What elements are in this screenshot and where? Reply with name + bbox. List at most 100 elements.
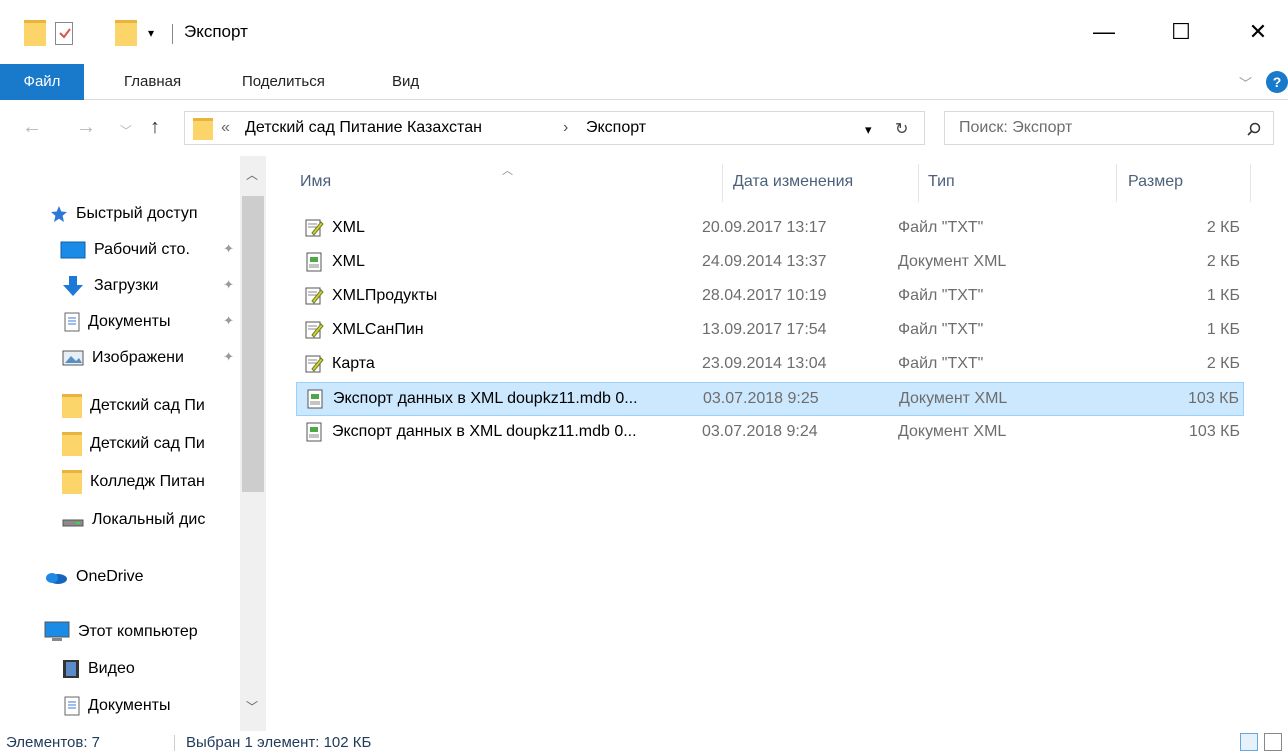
- file-row[interactable]: XMLПродукты 28.04.2017 10:19 Файл "TXT" 1 К…: [296, 280, 1244, 314]
- pictures-icon: [62, 350, 84, 366]
- nav-item-label: Изображени: [92, 349, 184, 366]
- details-view-icon[interactable]: [1240, 733, 1258, 751]
- file-row[interactable]: Карта 23.09.2014 13:04 Файл "TXT" 2 КБ: [296, 348, 1244, 382]
- txt-file-icon: [305, 355, 324, 373]
- onedrive-icon: [46, 573, 67, 584]
- xml-file-icon: [306, 422, 322, 442]
- large-icons-view-icon[interactable]: [1264, 733, 1282, 751]
- file-row[interactable]: XML 20.09.2017 13:17 Файл "TXT" 2 КБ: [296, 212, 1244, 246]
- file-name: XML: [332, 219, 365, 236]
- nav-item-pictures[interactable]: Изображени ✦: [0, 340, 240, 376]
- file-type: Файл "TXT": [898, 219, 984, 236]
- new-folder-icon[interactable]: [115, 20, 137, 46]
- file-row[interactable]: Экспорт данных в XML doupkz11.mdb 0... 03…: [296, 382, 1244, 416]
- file-name: XMLСанПин: [332, 321, 424, 338]
- column-separator[interactable]: [722, 164, 723, 202]
- back-arrow-icon[interactable]: ←: [22, 116, 42, 139]
- file-type: Файл "TXT": [898, 321, 984, 338]
- column-header-type[interactable]: Тип: [928, 156, 955, 208]
- nav-item-label: Загрузки: [94, 277, 159, 294]
- nav-item-label: Локальный дис: [92, 511, 206, 528]
- star-icon: [51, 206, 67, 222]
- help-icon[interactable]: ?: [1266, 71, 1288, 93]
- item-count: Элементов: 7: [6, 734, 101, 751]
- pin-icon[interactable]: ✦: [223, 241, 234, 257]
- column-separator[interactable]: [918, 164, 919, 202]
- properties-icon[interactable]: [55, 22, 73, 45]
- folder-icon: [62, 470, 82, 494]
- search-input[interactable]: Поиск: Экспорт: [959, 119, 1072, 137]
- nav-item-label: Видео: [88, 660, 135, 677]
- file-row[interactable]: XML 24.09.2014 13:37 Документ XML 2 КБ: [296, 246, 1244, 280]
- nav-item-folder[interactable]: Колледж Питан: [0, 464, 240, 500]
- nav-item-onedrive[interactable]: OneDrive: [0, 559, 240, 595]
- file-size: 103 КБ: [1189, 423, 1240, 440]
- breadcrumb-item[interactable]: Детский сад Питание Казахстан: [245, 119, 482, 137]
- pin-icon[interactable]: ✦: [223, 313, 234, 329]
- file-row[interactable]: Экспорт данных в XML doupkz11.mdb 0... 03…: [296, 416, 1244, 450]
- search-icon[interactable]: [1247, 122, 1261, 136]
- tab-file[interactable]: Файл: [0, 64, 84, 100]
- txt-file-icon: [305, 287, 324, 305]
- title-separator: [172, 24, 173, 44]
- breadcrumb-item[interactable]: Экспорт: [586, 119, 646, 137]
- file-date-modified: 23.09.2014 13:04: [702, 355, 827, 372]
- column-header-date[interactable]: Дата изменения: [733, 156, 853, 208]
- folder-icon: [24, 20, 46, 46]
- file-type: Документ XML: [899, 390, 1008, 407]
- file-type: Файл "TXT": [898, 355, 984, 372]
- column-separator[interactable]: [1116, 164, 1117, 202]
- column-separator[interactable]: [1250, 164, 1251, 202]
- customize-quick-access-icon[interactable]: ▾: [148, 26, 154, 40]
- forward-arrow-icon[interactable]: →: [76, 116, 96, 139]
- address-bar[interactable]: « Детский сад Питание Казахстан › Экспор…: [184, 111, 925, 145]
- txt-file-icon: [305, 219, 324, 237]
- recent-locations-icon[interactable]: ﹀: [120, 122, 132, 139]
- pin-icon[interactable]: ✦: [223, 349, 234, 365]
- status-separator: [174, 735, 175, 751]
- column-header-name[interactable]: Имя: [300, 156, 331, 208]
- nav-item-label: Документы: [88, 697, 171, 714]
- nav-item-video[interactable]: Видео: [0, 651, 240, 687]
- tab-view[interactable]: Вид: [392, 64, 419, 100]
- nav-item-label: Этот компьютер: [78, 623, 198, 640]
- nav-scrollbar[interactable]: ︿ ﹀: [240, 156, 266, 731]
- nav-item-quick-access[interactable]: Быстрый доступ: [0, 196, 240, 232]
- file-row[interactable]: XMLСанПин 13.09.2017 17:54 Файл "TXT" 1 КБ: [296, 314, 1244, 348]
- nav-item-documents[interactable]: Документы: [0, 688, 240, 724]
- maximize-button[interactable]: ☐: [1143, 0, 1219, 64]
- txt-file-icon: [305, 321, 324, 339]
- address-dropdown-icon[interactable]: ▾: [865, 122, 872, 138]
- file-date-modified: 03.07.2018 9:24: [702, 423, 818, 440]
- computer-icon: [44, 621, 70, 641]
- nav-item-documents[interactable]: Документы ✦: [0, 304, 240, 340]
- nav-item-folder[interactable]: Детский сад Пи: [0, 426, 240, 462]
- nav-item-local-disk[interactable]: Локальный дис: [0, 502, 240, 538]
- drive-icon: [62, 519, 84, 527]
- refresh-icon[interactable]: ↻: [895, 119, 908, 139]
- tab-home[interactable]: Главная: [124, 64, 181, 100]
- nav-item-downloads[interactable]: Загрузки ✦: [0, 268, 240, 304]
- nav-item-desktop[interactable]: Рабочий сто. ✦: [0, 232, 240, 268]
- column-header-size[interactable]: Размер: [1128, 156, 1183, 208]
- file-name: Экспорт данных в XML doupkz11.mdb 0...: [332, 423, 637, 440]
- nav-item-this-pc[interactable]: Этот компьютер: [0, 614, 240, 650]
- folder-icon: [193, 118, 213, 140]
- up-arrow-icon[interactable]: ↑: [150, 116, 160, 139]
- pin-icon[interactable]: ✦: [223, 277, 234, 293]
- scroll-up-icon[interactable]: ︿: [246, 166, 258, 183]
- nav-item-folder[interactable]: Детский сад Пи: [0, 388, 240, 424]
- scroll-down-icon[interactable]: ﹀: [246, 698, 258, 715]
- expand-ribbon-icon[interactable]: ﹀: [1239, 73, 1252, 92]
- close-button[interactable]: ✕: [1220, 0, 1288, 64]
- breadcrumb-overflow[interactable]: «: [221, 119, 230, 137]
- search-box[interactable]: Поиск: Экспорт: [944, 111, 1274, 145]
- scrollbar-thumb[interactable]: [242, 196, 264, 492]
- file-size: 1 КБ: [1206, 287, 1240, 304]
- minimize-button[interactable]: —: [1066, 0, 1142, 64]
- desktop-icon: [60, 241, 86, 259]
- tab-share[interactable]: Поделиться: [242, 64, 325, 100]
- video-icon: [63, 660, 79, 678]
- breadcrumb-separator[interactable]: ›: [563, 119, 568, 137]
- file-type: Файл "TXT": [898, 287, 984, 304]
